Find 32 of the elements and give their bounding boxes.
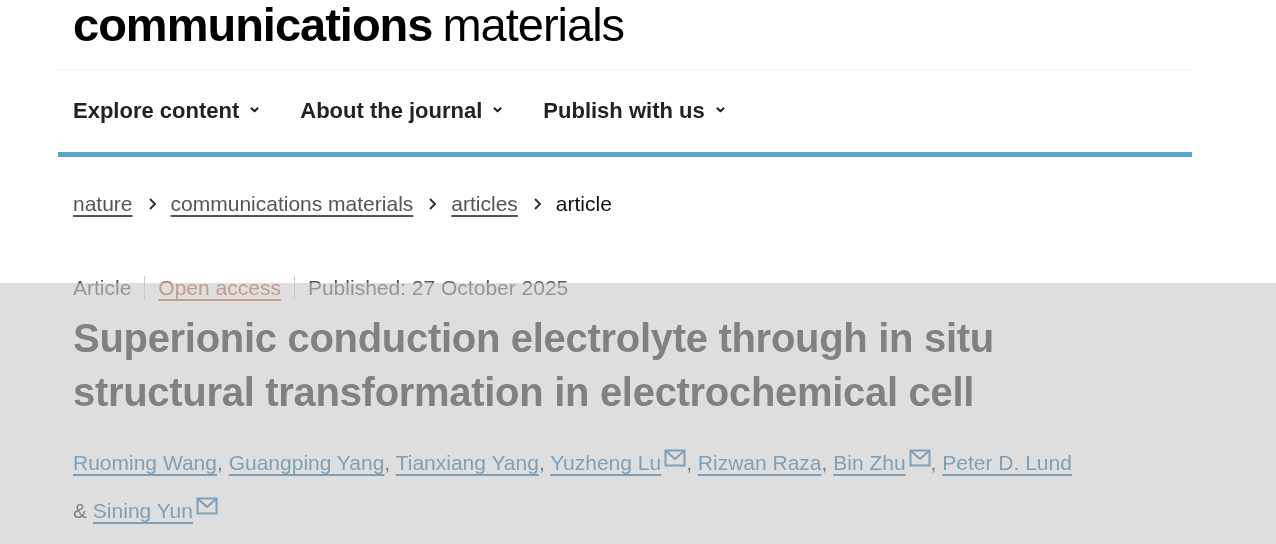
author-link[interactable]: Rizwan Raza — [697, 451, 822, 474]
article-title: Superionic conduction electrolyte through in situ structural transformation in electrochemical cell — [73, 315, 995, 416]
breadcrumb-current: article — [555, 192, 612, 216]
email-icon[interactable] — [195, 497, 218, 515]
author-link[interactable]: Sining Yun — [92, 499, 193, 522]
author-link[interactable]: Bin Zhu — [833, 451, 906, 474]
author-link[interactable]: Yuzheng Lu — [550, 451, 662, 474]
comma: , — [930, 451, 937, 474]
breadcrumb-link[interactable]: articles — [451, 192, 518, 216]
nav-menu[interactable]: About the journal ⌄ — [300, 98, 506, 124]
nav-menu[interactable]: Explore content ⌄ — [73, 98, 263, 124]
comma: , — [821, 451, 828, 474]
breadcrumb-link[interactable]: communications materials — [170, 192, 414, 216]
article-type: Article — [73, 276, 133, 300]
email-icon[interactable] — [664, 449, 687, 467]
author-link[interactable]: Guangping Yang — [228, 451, 385, 474]
nav-menu[interactable]: Publish with us ⌄ — [543, 98, 728, 124]
journal-logo[interactable]: materials — [442, 0, 625, 50]
comma: , — [216, 451, 223, 474]
chevron-icon — [426, 198, 439, 210]
ampersand: & — [73, 499, 87, 522]
comma: , — [538, 451, 545, 474]
open-access-link[interactable]: Open access — [144, 276, 294, 300]
publish-date: Published: 27 October 2025 — [293, 276, 582, 300]
journal-logo[interactable]: communications — [73, 0, 433, 50]
comma: , — [384, 451, 391, 474]
comma: , — [686, 451, 692, 474]
author-link[interactable]: Ruoming Wang — [73, 451, 217, 474]
email-icon[interactable] — [908, 449, 931, 467]
author-link[interactable]: Peter D. Lund — [942, 451, 1072, 474]
breadcrumb-link[interactable]: nature — [73, 192, 133, 216]
author-link[interactable]: Tianxiang Yang — [395, 451, 539, 474]
